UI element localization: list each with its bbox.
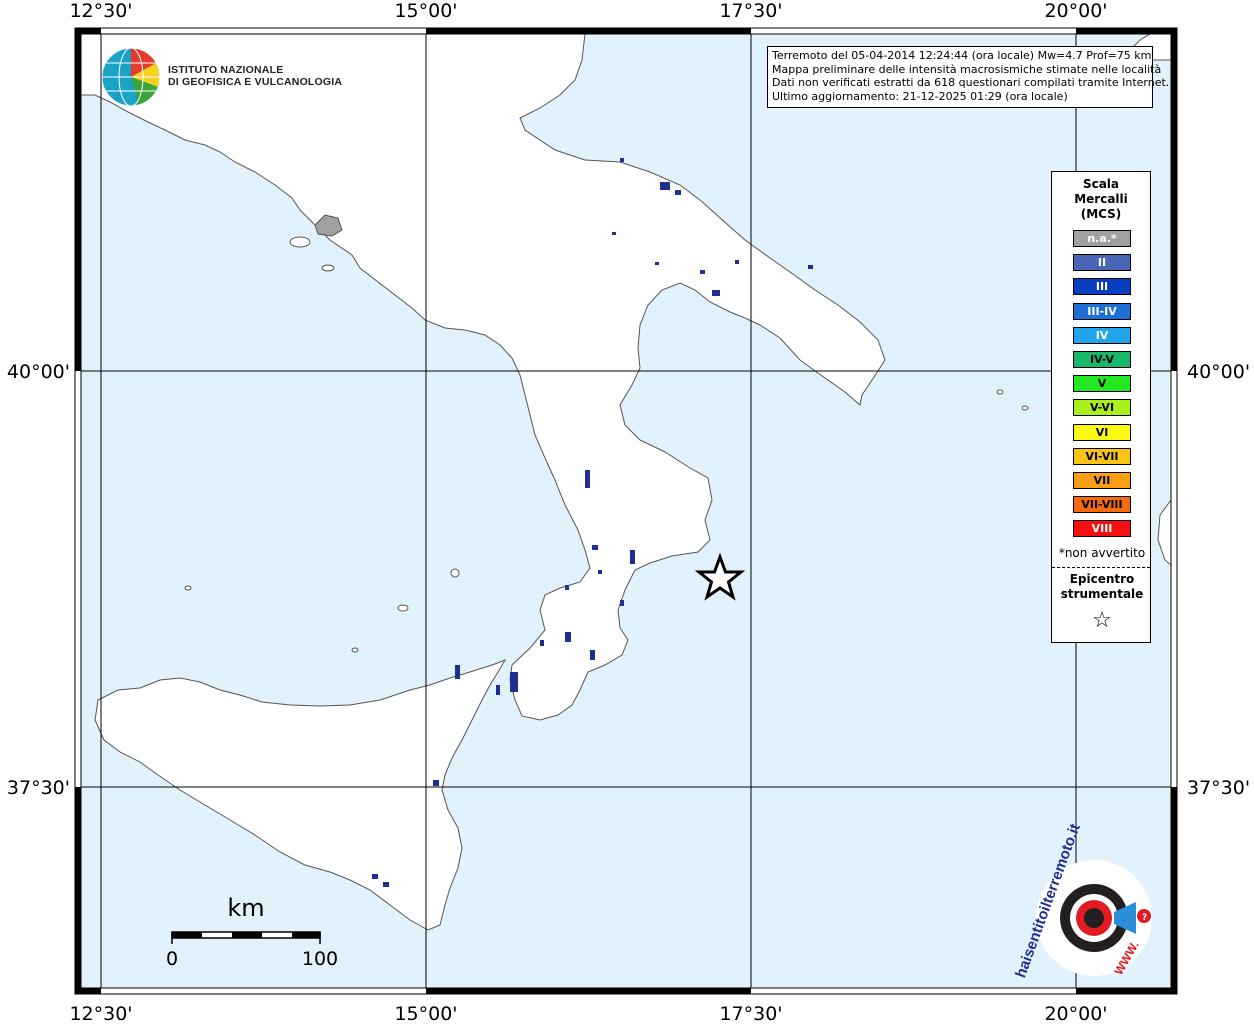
left-label-1: 40°00' bbox=[7, 361, 70, 383]
legend-swatch: VII bbox=[1073, 472, 1131, 489]
left-tick-labels: 40°00' 37°30' bbox=[7, 361, 70, 799]
legend-swatch: IV bbox=[1073, 326, 1131, 344]
legend-swatch: IV-V bbox=[1073, 351, 1131, 368]
legend-swatch: VI-VII bbox=[1073, 447, 1131, 465]
bottom-label-4: 20°00' bbox=[1044, 1003, 1107, 1024]
left-label-2: 37°30' bbox=[7, 777, 70, 799]
legend-note: *non avvertito bbox=[1058, 546, 1146, 560]
svg-text:?: ? bbox=[1142, 913, 1147, 923]
ingv-logo-text: ISTITUTO NAZIONALE DI GEOFISICA E VULCAN… bbox=[168, 64, 342, 88]
info-line-4: Ultimo aggiornamento: 21-12-2025 01:29 (… bbox=[772, 89, 1068, 103]
ingv-line-2: DI GEOFISICA E VULCANOLOGIA bbox=[168, 76, 343, 88]
ingv-line-1: ISTITUTO NAZIONALE bbox=[168, 64, 284, 76]
legend-swatch: V-VI bbox=[1073, 399, 1131, 417]
legend-title-line-2: Mercalli bbox=[1074, 192, 1128, 206]
top-label-1: 12°30' bbox=[69, 0, 132, 22]
info-line-1: Terremoto del 05-04-2014 12:24:44 (ora l… bbox=[772, 49, 1152, 62]
legend-swatch: VIII bbox=[1073, 520, 1131, 538]
event-info-box: Terremoto del 05-04-2014 12:24:44 (ora l… bbox=[767, 46, 1170, 108]
bottom-label-3: 17°30' bbox=[719, 1003, 782, 1024]
info-line-3: Dati non verificati estratti da 618 ques… bbox=[772, 76, 1170, 89]
top-label-2: 15°00' bbox=[394, 0, 457, 22]
scalebar-start: 0 bbox=[166, 948, 178, 970]
bottom-label-1: 12°30' bbox=[69, 1003, 132, 1024]
info-line-2: Mappa preliminare delle intensità macros… bbox=[772, 62, 1162, 76]
mcs-legend: Scala Mercalli (MCS) n.a.* II III III-IV IV I… bbox=[1051, 171, 1151, 643]
ingv-logo-icon bbox=[101, 47, 161, 107]
legend-title-line-1: Scala bbox=[1082, 177, 1120, 191]
legend-star-icon: ☆ bbox=[1092, 608, 1112, 633]
legend-epicenter-line-2: strumentale bbox=[1060, 587, 1144, 601]
top-label-4: 20°00' bbox=[1044, 0, 1107, 22]
right-label-1: 40°00' bbox=[1187, 361, 1250, 383]
legend-title: Scala Mercalli (MCS) bbox=[1052, 177, 1150, 222]
legend-epicenter-line-1: Epicentro bbox=[1069, 572, 1135, 586]
legend-swatch: VII-VIII bbox=[1073, 496, 1131, 514]
legend-swatch: III-IV bbox=[1073, 302, 1131, 320]
scalebar-end: 100 bbox=[302, 948, 338, 970]
bottom-label-2: 15°00' bbox=[394, 1003, 457, 1024]
legend-swatch: VI bbox=[1073, 423, 1131, 441]
legend-swatch: n.a.* bbox=[1073, 230, 1131, 247]
bottom-tick-labels: 12°30' 15°00' 17°30' 20°00' bbox=[69, 1003, 1107, 1024]
legend-swatch: III bbox=[1073, 278, 1131, 296]
right-label-2: 37°30' bbox=[1187, 777, 1250, 799]
legend-swatch: II bbox=[1073, 254, 1131, 272]
right-tick-labels: 40°00' 37°30' bbox=[1187, 361, 1250, 799]
top-tick-labels: 12°30' 15°00' 17°30' 20°00' bbox=[69, 0, 1107, 22]
legend-swatch: V bbox=[1073, 375, 1131, 393]
legend-epicenter-label: Epicentro strumentale bbox=[1052, 572, 1152, 602]
scalebar-unit: km bbox=[227, 894, 264, 922]
legend-title-line-3: (MCS) bbox=[1080, 207, 1122, 221]
legend-divider bbox=[1052, 567, 1150, 568]
top-label-3: 17°30' bbox=[719, 0, 782, 22]
